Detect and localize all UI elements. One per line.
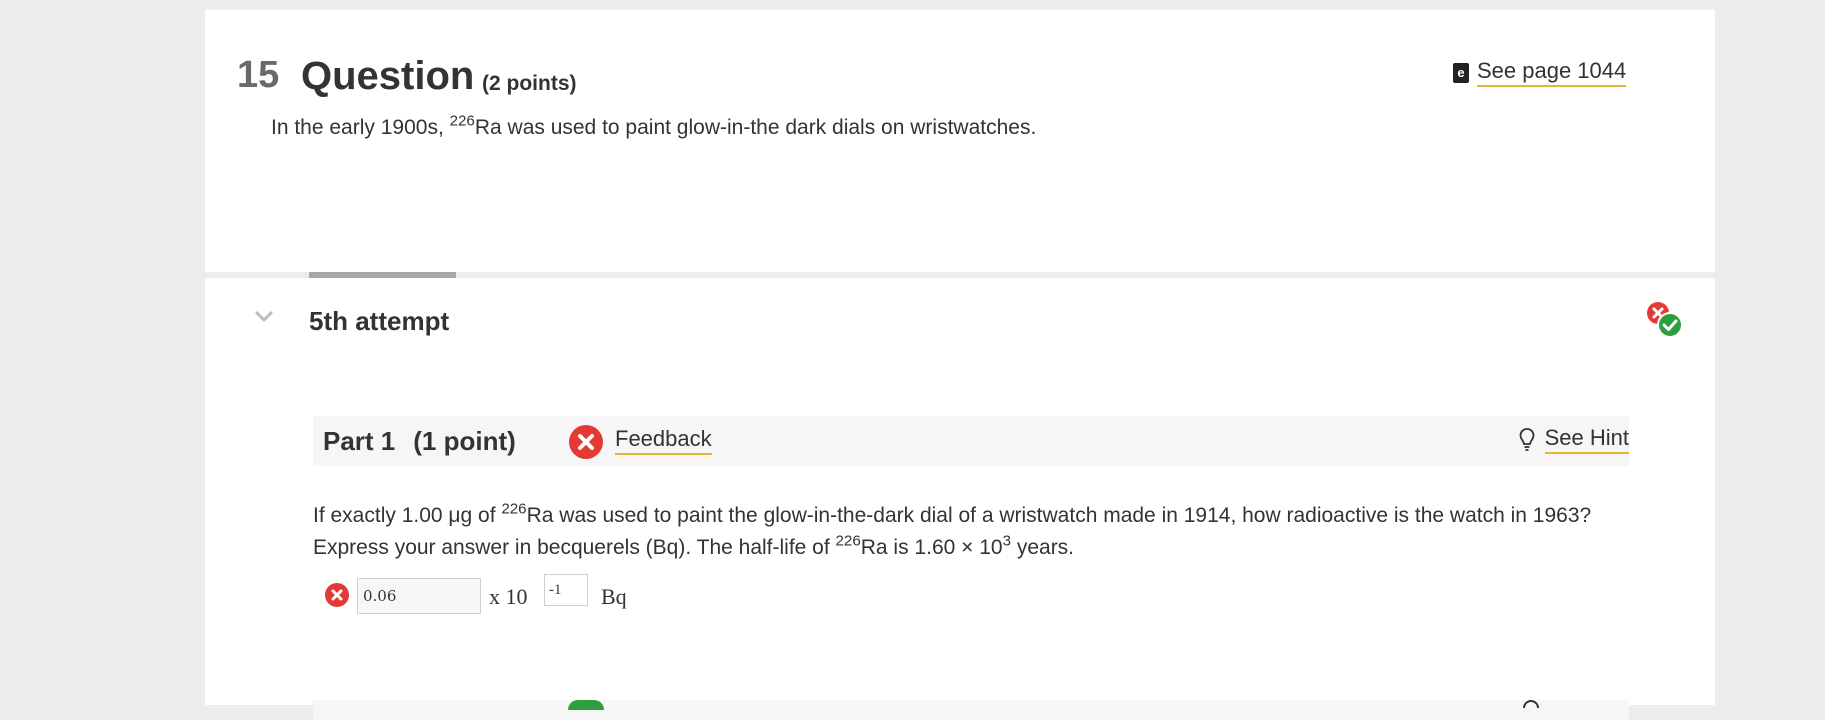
part-label: Part 1 [323,426,396,456]
question-number: 15 [237,54,280,96]
part-1-question-text: If exactly 1.00 μg of 226Ra was used to … [313,500,1629,564]
incorrect-icon [325,583,349,607]
mass-number-1: 226 [501,500,527,518]
lightbulb-icon[interactable] [1523,700,1539,708]
feedback-link[interactable]: Feedback [615,426,712,455]
body-text-3: Ra is 1.60 × 10 [860,536,1003,559]
part-title: Part 1 (1 point) [323,426,516,457]
exponent-input[interactable] [544,574,588,606]
see-page-label: See page 1044 [1477,58,1627,87]
part-2-header [313,700,1629,720]
part-points: (1 point) [413,426,516,456]
question-text-after: Ra was used to paint glow-in-the dark di… [474,116,1037,139]
isotope-mass-number: 226 [449,112,475,130]
see-hint-label: See Hint [1544,425,1629,454]
exponent-value: 3 [1002,532,1011,550]
correct-icon [1657,312,1683,338]
ebook-icon: e [1453,62,1469,83]
part-1-header: Part 1 (1 point) Feedback See Hint [313,416,1629,466]
times-ten-label: x 10 [489,584,528,609]
attempt-label: 5th attempt [309,306,450,336]
mass-number-2: 226 [835,532,861,550]
body-text-1: If exactly 1.00 μg of [313,504,502,527]
question-header: 15 Question (2 points) e See page 1044 I… [205,10,1715,272]
body-text-4: years. [1011,536,1075,559]
answer-row: x 10 Bq [321,574,721,614]
question-text: In the early 1900s, 226Ra was used to pa… [271,112,1037,140]
chevron-down-icon[interactable] [255,308,273,326]
see-hint-link[interactable]: See Hint [1519,425,1629,454]
unit-label: Bq [601,584,627,609]
see-page-link[interactable]: e See page 1044 [1453,58,1627,87]
question-title: Question [301,54,475,98]
answer-input[interactable] [357,578,481,614]
correct-icon [568,700,604,710]
question-page: 15 Question (2 points) e See page 1044 I… [205,10,1715,720]
incorrect-icon [569,425,603,459]
lightbulb-icon [1519,427,1535,451]
attempt-status-icon [1647,302,1683,338]
question-text-before: In the early 1900s, [271,116,450,139]
question-points: (2 points) [482,72,577,95]
attempt-panel: 5th attempt Part 1 (1 point) Feedback Se… [205,278,1715,720]
